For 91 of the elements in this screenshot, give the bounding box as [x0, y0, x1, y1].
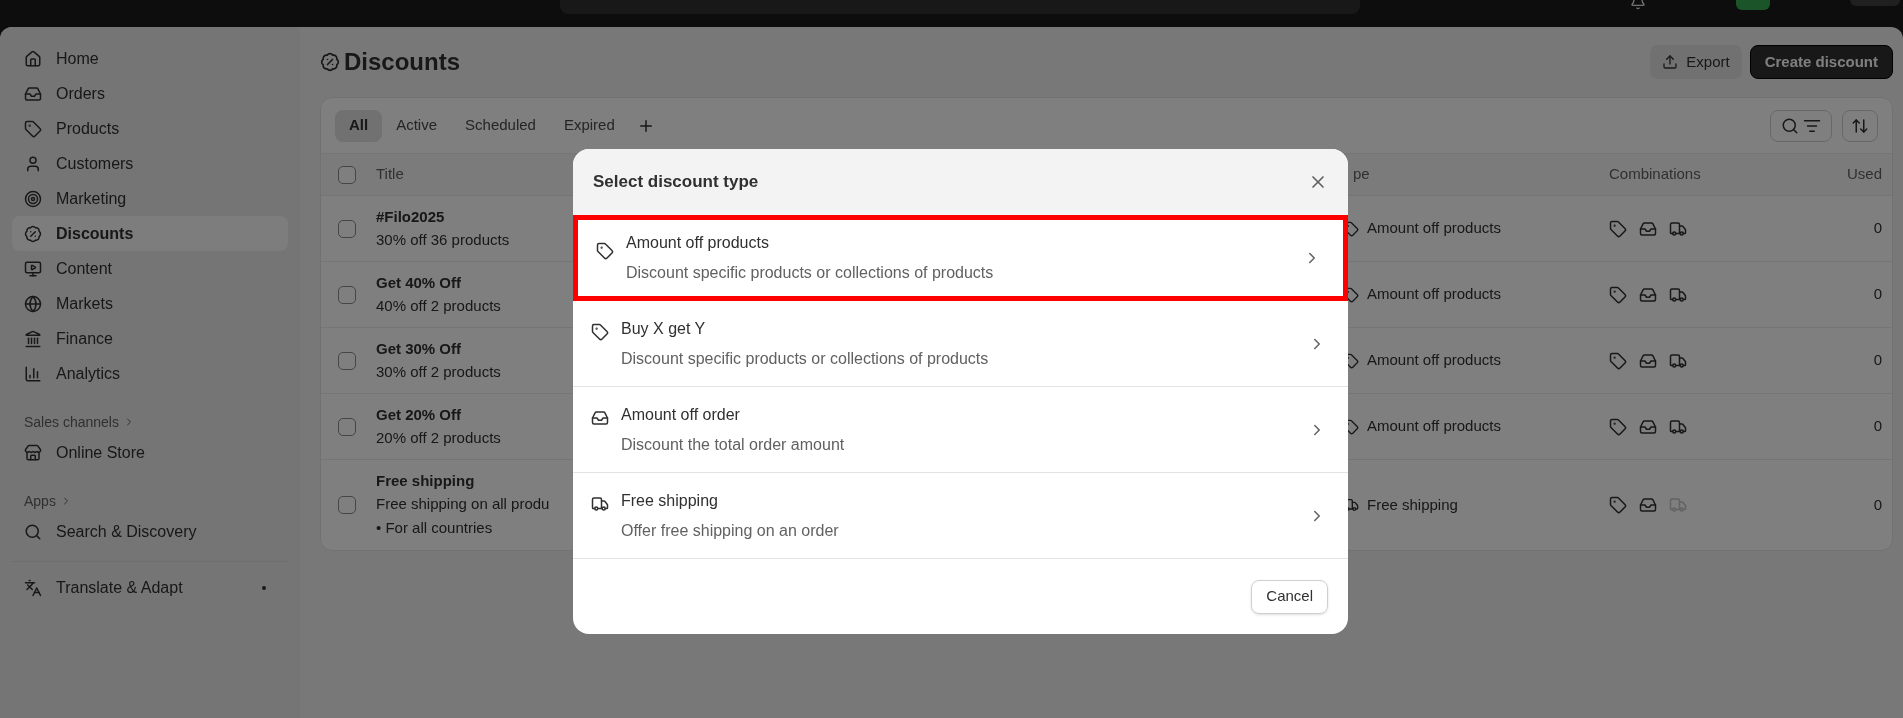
person-icon [24, 154, 42, 173]
discount-title[interactable]: #Filo2025 [376, 205, 510, 228]
tag-icon [596, 242, 614, 260]
used-count: 0 [1873, 218, 1882, 239]
used-count: 0 [1873, 494, 1882, 515]
discount-summary: 30% off 2 products [376, 361, 501, 382]
sidebar-item[interactable]: Marketing [12, 181, 288, 216]
option-description: Discount the total order amount [621, 434, 845, 455]
option-description: Discount specific products or collections of products [626, 263, 994, 283]
discount-title[interactable]: Get 30% Off [376, 337, 501, 360]
page-title: Discounts [344, 47, 460, 77]
sort-icon [1851, 116, 1869, 135]
discount-summary: Free shipping on all produ [376, 494, 550, 514]
sidebar-item[interactable]: Markets [12, 286, 288, 321]
discount-title[interactable]: Get 20% Off [376, 403, 501, 426]
option-title: Amount off products [626, 233, 770, 253]
sidebar-item[interactable]: Orders [12, 76, 288, 111]
discount-type: Free shipping [1367, 494, 1458, 515]
column-header: Used [1846, 164, 1882, 185]
filter-tab[interactable]: Active [382, 109, 452, 142]
translate-icon [24, 578, 42, 597]
create-discount-button[interactable]: Create discount [1749, 45, 1893, 79]
monitor-icon [24, 259, 42, 278]
discount-title[interactable]: Get 40% Off [376, 271, 501, 294]
checkbox[interactable] [338, 351, 356, 370]
used-count: 0 [1873, 416, 1882, 437]
tag-icon [24, 119, 42, 138]
search-icon [24, 522, 42, 541]
column-header: Title [376, 164, 404, 185]
store-icon [24, 443, 42, 462]
truck-icon [591, 495, 609, 513]
cancel-button[interactable]: Cancel [1251, 579, 1328, 614]
percent-badge-icon [24, 224, 42, 243]
sidebar-item[interactable]: Products [12, 111, 288, 146]
checkbox[interactable] [338, 417, 356, 436]
discount-type: Amount off products [1367, 284, 1501, 305]
filter-tab[interactable]: All [335, 109, 383, 142]
inbox-icon [591, 409, 609, 427]
sidebar-item[interactable]: Home [12, 41, 288, 76]
upload-icon [1662, 54, 1679, 70]
target-icon [24, 189, 42, 208]
option-description: Offer free shipping on an order [621, 520, 839, 541]
discount-type: Amount off products [1367, 350, 1501, 371]
sidebar-item[interactable]: Analytics [12, 356, 288, 391]
sidebar-item[interactable]: Finance [12, 321, 288, 356]
option-title: Amount off order [621, 404, 741, 425]
tag-icon [591, 323, 609, 341]
checkbox[interactable] [338, 165, 356, 184]
discount-type: Amount off products [1367, 218, 1501, 239]
search-icon [1781, 116, 1799, 135]
discount-summary: 40% off 2 products [376, 295, 501, 316]
export-button[interactable]: Export [1650, 45, 1742, 79]
discount-detail: • For all countries [376, 518, 494, 538]
option-title: Buy X get Y [621, 318, 707, 339]
option-title: Free shipping [621, 490, 719, 511]
discount-summary: 30% off 36 products [376, 229, 510, 250]
inbox-icon [24, 84, 42, 103]
section-heading[interactable]: Sales channels [12, 409, 288, 435]
percent-badge-icon [320, 52, 340, 72]
search-filter-button[interactable] [1770, 109, 1832, 142]
bar-chart-icon [24, 364, 42, 383]
discount-type-option[interactable]: Amount off products Discount specific products or collections of products [573, 215, 1348, 301]
sidebar-item[interactable]: Online Store [12, 435, 288, 470]
dialog-title: Select discount type [593, 171, 759, 194]
discount-type-option[interactable]: Amount off order Discount the total order amount [573, 387, 1348, 473]
checkbox[interactable] [338, 219, 356, 238]
avatar[interactable] [1736, 0, 1770, 10]
discount-summary: 20% off 2 products [376, 427, 501, 448]
section-heading[interactable]: Apps [12, 488, 288, 514]
column-header: pe [1353, 164, 1370, 185]
discount-title[interactable]: Free shipping [376, 470, 550, 492]
filter-tab[interactable]: Scheduled [451, 109, 550, 142]
sidebar-item[interactable]: Translate & Adapt [12, 570, 288, 605]
sidebar-item[interactable]: Content [12, 251, 288, 286]
sort-button[interactable] [1842, 109, 1878, 142]
discount-type-option[interactable]: Free shipping Offer free shipping on an order [573, 473, 1348, 559]
checkbox[interactable] [338, 496, 356, 514]
sidebar-item[interactable]: Discounts [12, 216, 288, 251]
bank-icon [24, 329, 42, 348]
used-count: 0 [1873, 284, 1882, 305]
discount-type-option[interactable]: Buy X get Y Discount specific products or collections of products [573, 301, 1348, 387]
column-header: Combinations [1609, 164, 1701, 185]
used-count: 0 [1873, 350, 1882, 371]
sidebar-item[interactable]: Customers [12, 146, 288, 181]
sidebar-item[interactable]: Search & Discovery [12, 514, 288, 549]
discount-type: Amount off products [1367, 416, 1501, 437]
home-icon [24, 49, 42, 68]
filter-tab[interactable]: Expired [549, 109, 629, 142]
globe-icon [24, 294, 42, 313]
option-description: Discount specific products or collections of products [621, 348, 989, 369]
checkbox[interactable] [338, 285, 356, 304]
